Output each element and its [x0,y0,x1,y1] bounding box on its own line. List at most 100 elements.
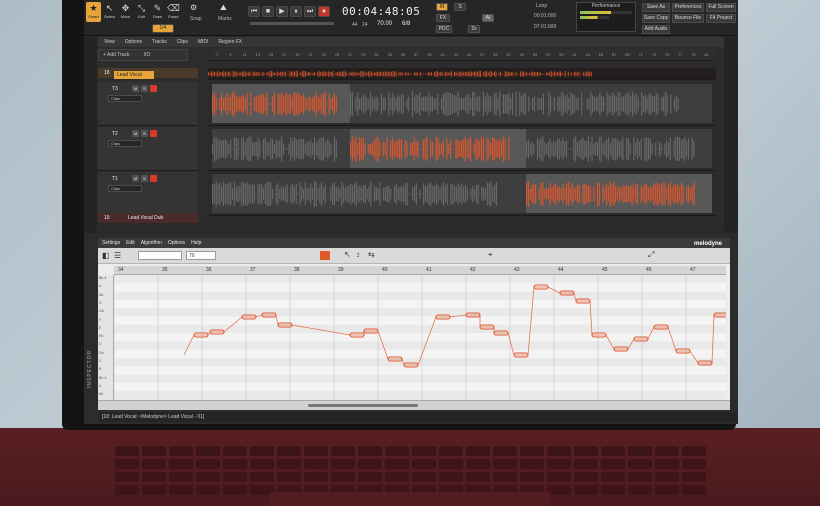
edit-tool-button[interactable]: ⤡ Edit [134,2,149,22]
active-clip[interactable] [350,129,526,168]
lane-t1[interactable] [208,172,716,216]
menu-tracks[interactable]: Tracks [152,37,167,47]
dub-track-header[interactable]: 19 Lead Vocal Dub [98,213,198,223]
solo-toggle[interactable]: S [454,3,466,11]
lane-t2[interactable] [208,127,716,171]
tempo-field-box[interactable] [138,251,182,260]
select-tool-button[interactable]: ↖ Select [102,2,117,22]
meter-display[interactable]: 6/8 [402,21,410,27]
wave-bar [490,95,492,112]
inactive-clip[interactable] [212,174,526,213]
active-clip[interactable] [526,174,712,213]
mixer-icon[interactable]: ☰ [114,251,121,260]
smart-tool-button[interactable]: ★ Smart [86,2,101,22]
play-button[interactable]: ▶ [276,6,288,17]
pitch-modulation-icon[interactable]: ↕ [356,250,360,259]
inspector-tab[interactable]: INSPECTOR [84,238,97,410]
record-arm-button[interactable] [150,175,157,182]
solo-button[interactable]: S [141,175,148,182]
2x-toggle[interactable]: 2x [468,25,480,33]
mute-button[interactable]: M [132,85,139,92]
melodyne-menu-edit[interactable]: Edit [126,238,135,248]
pdc-toggle[interactable]: PDC [436,25,452,33]
record-arm-button[interactable] [150,130,157,137]
timeline-ruler[interactable]: 7 9 11 13 15 17 19 21 23 25 27 29 31 33 35 37 39 41 43 45 47… [210,49,714,61]
pitch-keyboard[interactable]: Bb 4 A Ab G Gb F E Eb D Db C B Bb 3 A Ab [98,275,114,400]
pause-button[interactable]: ⏸ [290,6,302,17]
melodyne-ruler[interactable]: 34 35 36 37 38 39 40 41 42 43 44 45 46 47 [114,266,726,275]
fast-forward-button[interactable]: ⏭ [304,6,316,17]
pitch-tool-icon[interactable] [320,251,330,260]
clips-dropdown[interactable]: Clips [108,95,142,102]
clips-dropdown[interactable]: Clips [108,140,142,147]
solo-button[interactable]: S [141,85,148,92]
tempo-field[interactable]: 70 [186,251,216,260]
loop-start[interactable]: 00:01:000 [534,13,556,19]
position-slider[interactable] [250,22,334,25]
marks-icon[interactable]: ⛰ [220,3,227,13]
clips-dropdown[interactable]: Clips [108,185,142,192]
snap-icon[interactable]: ⚙ [190,3,197,12]
add-track-button[interactable]: + Add Track I/O [98,49,188,61]
inactive-clip[interactable] [350,84,712,123]
rewind-button[interactable]: ⏮ [248,6,260,17]
menu-region-fx[interactable]: Region FX [219,37,243,47]
take-lane-t1[interactable]: T1 M S Clips [98,172,198,216]
solo-button[interactable]: S [141,130,148,137]
track-name[interactable]: Lead Vocal [114,71,154,79]
inactive-clip[interactable] [212,129,350,168]
wave-bar [615,137,617,160]
melodyne-menu-algorithm[interactable]: Algorithm [141,238,162,248]
mute-button[interactable]: M [132,130,139,137]
note-separation-icon[interactable]: ⌖ [488,250,493,260]
add-audio-button[interactable]: Add Audio [642,25,670,34]
pitch-grid[interactable] [114,275,726,400]
stop-button[interactable]: ■ [262,6,274,17]
menu-options[interactable]: Options [125,37,142,47]
wave-bar [290,185,292,202]
record-button[interactable]: ● [318,6,330,17]
mute-button[interactable]: M [132,175,139,182]
menu-view[interactable]: View [104,37,115,47]
preferences-button[interactable]: Preferences [672,3,704,12]
save-copy-button[interactable]: Save Copy [642,14,670,23]
move-tool-button[interactable]: ✥ Move [118,2,133,22]
draw-tool-button[interactable]: ✎ Draw [150,2,165,22]
loop-end[interactable]: 07:01:000 [534,24,556,30]
save-as-button[interactable]: Save As [642,3,670,12]
inactive-clip[interactable] [526,129,712,168]
wave-bar [649,185,651,202]
record-arm-button[interactable] [150,85,157,92]
take-lane-t3[interactable]: T3 M S Clips [98,82,198,126]
wave-bar [575,135,577,162]
erase-tool-button[interactable]: ⌫ Erase [166,2,181,22]
zoom-icon[interactable]: ⤢ [648,250,654,260]
menu-clips[interactable]: Clips [177,37,188,47]
formant-tool-icon[interactable]: ⇆ [368,250,375,259]
full-screen-button[interactable]: Full Screen [706,3,736,12]
menu-midi[interactable]: MIDI [198,37,209,47]
snap-value[interactable]: 1/4 [152,24,174,33]
pointer-tool-icon[interactable]: ↖ [344,250,351,259]
tempo-display[interactable]: 70.00 [377,21,392,27]
lane-t3[interactable] [208,82,716,126]
active-clip[interactable] [212,84,350,123]
view-icon[interactable]: ◧ [102,251,110,260]
folder-lane[interactable] [208,68,716,80]
ai-toggle[interactable]: AI [482,14,494,22]
wave-bar [572,93,574,114]
take-lane-t2[interactable]: T2 M S Clips [98,127,198,171]
bounce-file-button[interactable]: Bounce File [672,14,704,23]
wave-bar [432,184,434,203]
melodyne-menu-options[interactable]: Options [168,238,185,248]
wave-bar [481,186,483,201]
fx-toggle[interactable]: FX [436,14,450,22]
mute-toggle[interactable]: M [436,3,448,11]
fit-project-button[interactable]: Fit Project [706,14,736,23]
melodyne-menu-help[interactable]: Help [191,238,201,248]
wave-bar [443,181,445,206]
melodyne-menu-settings[interactable]: Settings [102,238,120,248]
horizontal-scrollbar[interactable] [308,404,418,407]
wave-bar [466,186,468,201]
pitch-label: G [99,300,102,305]
